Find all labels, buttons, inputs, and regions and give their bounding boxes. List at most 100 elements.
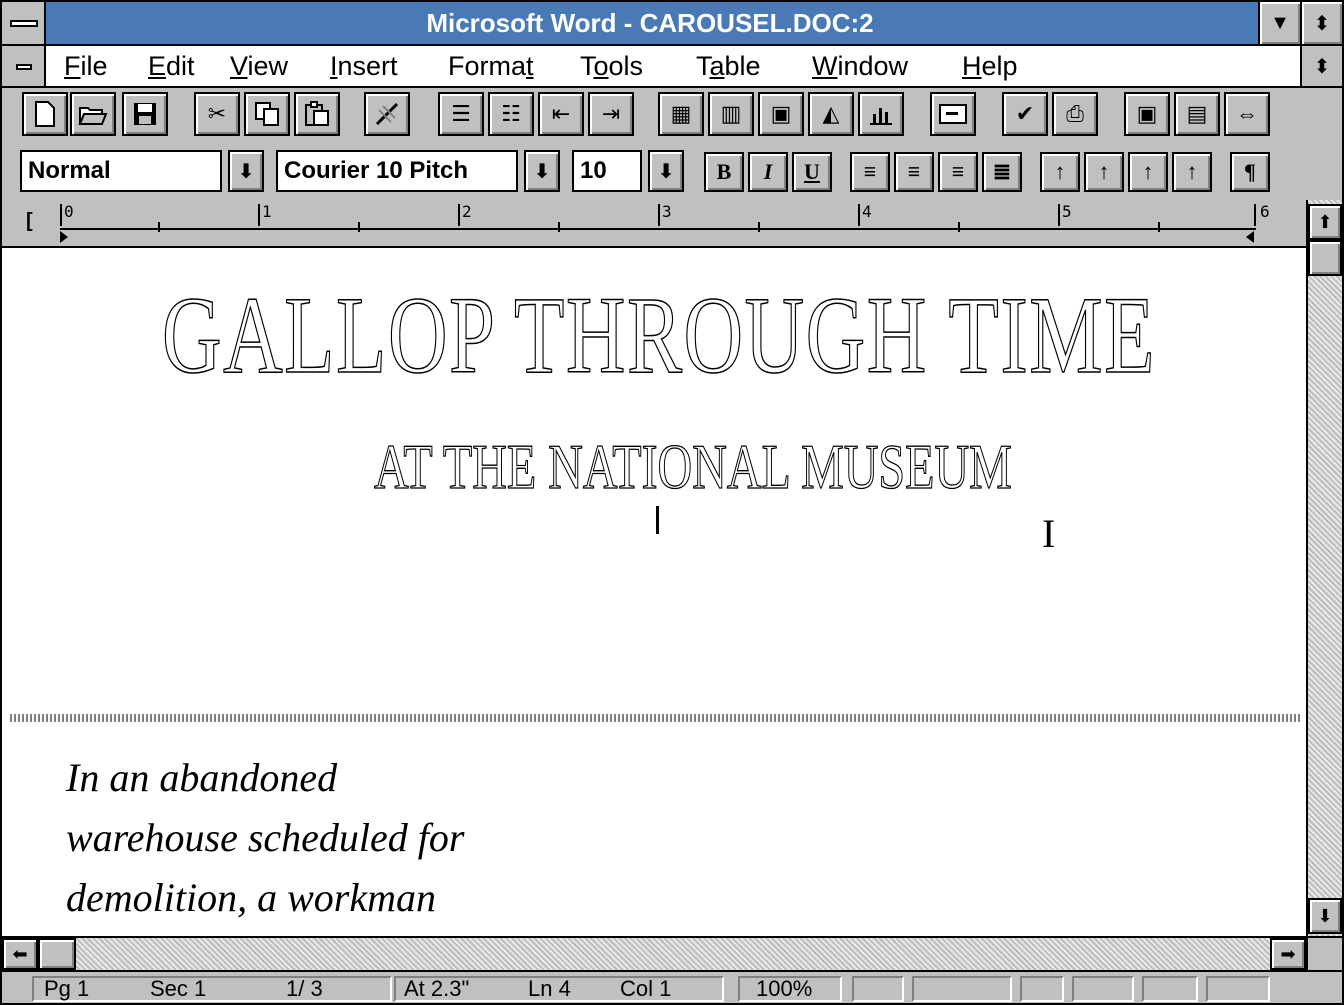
save-button[interactable]	[122, 92, 168, 136]
minimize-button[interactable]: ▼	[1258, 2, 1300, 44]
left-tab-button[interactable]: ↑	[1040, 152, 1080, 192]
copy-icon	[255, 102, 279, 126]
ruler[interactable]: [ 0 1 2 3 4 5 6	[2, 200, 1306, 248]
envelope-icon	[939, 104, 967, 124]
restore-icon: ⬍	[1313, 55, 1331, 78]
drawing-button[interactable]: ◭	[808, 92, 854, 136]
system-menu-button[interactable]	[2, 2, 46, 44]
menu-view[interactable]: View	[230, 46, 288, 86]
underline-button[interactable]: U	[792, 152, 832, 192]
tab-alignment-marker[interactable]: [	[26, 210, 33, 233]
center-tab-icon: ↑	[1098, 159, 1110, 184]
align-center-button[interactable]: ≡	[894, 152, 934, 192]
scroll-up-button[interactable]: ⬆	[1308, 204, 1342, 240]
zoom-normal-icon: ▤	[1186, 101, 1208, 126]
status-indicator	[1072, 976, 1134, 1002]
minimize-icon: ▼	[1270, 11, 1290, 34]
ruler-major-tick	[1058, 204, 1060, 226]
drawing-icon: ◭	[822, 101, 840, 126]
spelling-button[interactable]: ✔	[1002, 92, 1048, 136]
document-control-menu-button[interactable]	[2, 46, 46, 86]
envelope-button[interactable]	[930, 92, 976, 136]
horizontal-scroll-thumb[interactable]	[38, 938, 76, 970]
bold-button[interactable]: B	[704, 152, 744, 192]
menu-insert[interactable]: Insert	[330, 46, 398, 86]
indent-button[interactable]: ⇥	[588, 92, 634, 136]
menu-tools[interactable]: Tools	[580, 46, 643, 86]
ruler-number: 6	[1260, 202, 1270, 221]
menu-format[interactable]: Format	[448, 46, 534, 86]
ruler-number: 1	[262, 202, 272, 221]
right-indent-marker-icon[interactable]	[1244, 230, 1256, 244]
font-size-combo[interactable]: 10	[572, 150, 642, 192]
italic-button[interactable]: I	[748, 152, 788, 192]
menu-help[interactable]: Help	[962, 46, 1018, 86]
paste-icon	[305, 101, 329, 126]
align-left-icon: ≡	[863, 159, 877, 184]
new-document-icon	[35, 101, 55, 127]
ruler-baseline	[60, 228, 1256, 230]
style-dropdown-button[interactable]: ⬇	[228, 150, 264, 192]
word-window: Microsoft Word - CAROUSEL.DOC:2 ▼ ⬍ File…	[0, 0, 1344, 1005]
show-paragraph-marks-button[interactable]: ¶	[1230, 152, 1270, 192]
vertical-scroll-thumb[interactable]	[1308, 240, 1342, 276]
align-right-icon: ≡	[951, 159, 965, 184]
system-menu-icon	[10, 20, 38, 27]
center-tab-button[interactable]: ↑	[1084, 152, 1124, 192]
ibeam-cursor-icon: I	[1042, 511, 1056, 556]
horizontal-scrollbar[interactable]: ⬅ ➡	[2, 936, 1306, 970]
bulleted-list-button[interactable]: ☷	[488, 92, 534, 136]
open-button[interactable]	[70, 92, 116, 136]
right-tab-button[interactable]: ↑	[1128, 152, 1168, 192]
scrollbar-corner	[1306, 936, 1342, 970]
status-section: Sec 1	[150, 976, 207, 1001]
columns-button[interactable]: ▥	[708, 92, 754, 136]
ruler-major-tick	[258, 204, 260, 226]
new-button[interactable]	[22, 92, 68, 136]
align-right-button[interactable]: ≡	[938, 152, 978, 192]
scroll-left-button[interactable]: ⬅	[2, 938, 38, 970]
decimal-tab-button[interactable]: ↑	[1172, 152, 1212, 192]
document-restore-button[interactable]: ⬍	[1300, 46, 1342, 86]
menu-file[interactable]: File	[64, 46, 108, 86]
menu-edit[interactable]: Edit	[148, 46, 195, 86]
restore-button[interactable]: ⬍	[1300, 2, 1342, 44]
cut-button[interactable]: ✂	[194, 92, 240, 136]
status-line: Ln 4	[528, 976, 571, 1001]
font-size-dropdown-button[interactable]: ⬇	[648, 150, 684, 192]
align-left-button[interactable]: ≡	[850, 152, 890, 192]
menu-table[interactable]: Table	[696, 46, 761, 86]
numbered-list-button[interactable]: ☰	[438, 92, 484, 136]
window-title: Microsoft Word - CAROUSEL.DOC:2	[426, 8, 874, 38]
insert-table-button[interactable]: ▦	[658, 92, 704, 136]
scroll-right-button[interactable]: ➡	[1270, 938, 1306, 970]
zoom-whole-page-icon: ▣	[1136, 101, 1158, 126]
justify-button[interactable]: ≣	[982, 152, 1022, 192]
left-indent-marker-icon[interactable]	[58, 230, 70, 244]
font-dropdown-button[interactable]: ⬇	[524, 150, 560, 192]
status-indicator	[1142, 976, 1198, 1002]
zoom-whole-page-button[interactable]: ▣	[1124, 92, 1170, 136]
align-center-icon: ≡	[907, 159, 921, 184]
unindent-button[interactable]: ⇤	[538, 92, 584, 136]
spelling-icon: ✔	[1015, 101, 1035, 126]
insert-table-icon: ▦	[670, 101, 692, 126]
paste-button[interactable]	[294, 92, 340, 136]
format-painter-button[interactable]	[364, 92, 410, 136]
chart-button[interactable]	[858, 92, 904, 136]
document-area[interactable]: GALLOP THROUGH TIME AT THE NATIONAL MUSE…	[2, 248, 1306, 936]
menu-window[interactable]: Window	[812, 46, 908, 86]
status-zoom: 100%	[738, 976, 842, 1002]
zoom-page-width-button[interactable]: ⇔	[1224, 92, 1270, 136]
font-combo[interactable]: Courier 10 Pitch	[276, 150, 518, 192]
title-bar[interactable]: Microsoft Word - CAROUSEL.DOC:2 ▼ ⬍	[2, 2, 1342, 46]
insert-frame-button[interactable]: ▣	[758, 92, 804, 136]
copy-button[interactable]	[244, 92, 290, 136]
scroll-down-button[interactable]: ⬇	[1308, 898, 1342, 934]
zoom-normal-button[interactable]: ▤	[1174, 92, 1220, 136]
vertical-scrollbar[interactable]: ⬆ ⬇	[1306, 200, 1342, 936]
style-combo[interactable]: Normal	[20, 150, 222, 192]
print-button[interactable]: ⎙	[1052, 92, 1098, 136]
document-heading: GALLOP THROUGH TIME	[161, 273, 1157, 397]
status-indicator	[912, 976, 1012, 1002]
